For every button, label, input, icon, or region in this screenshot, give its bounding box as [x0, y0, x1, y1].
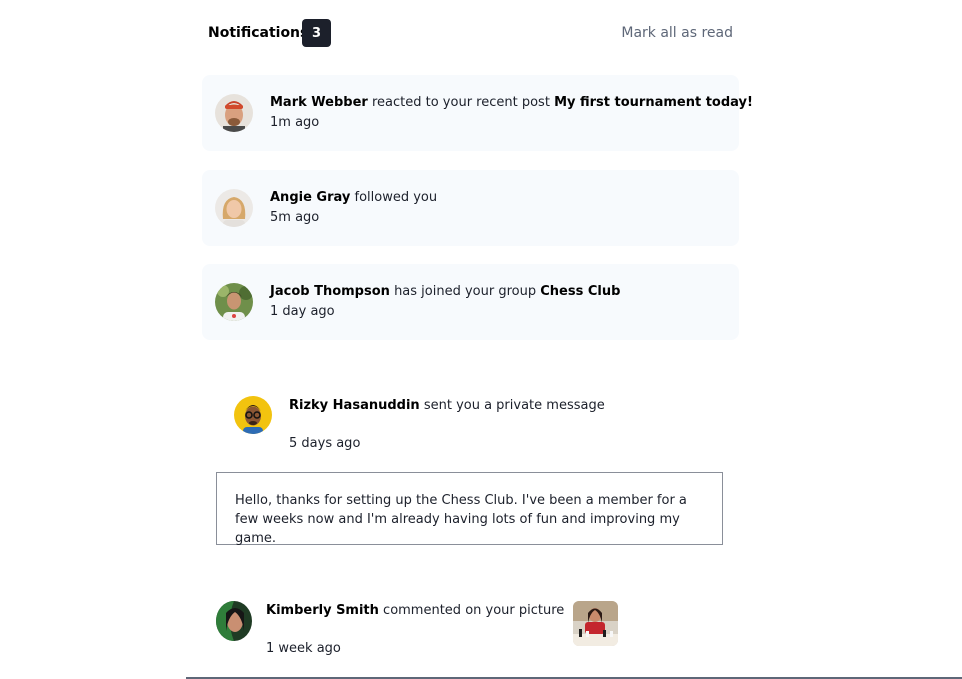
- chess-picture-thumbnail[interactable]: [573, 601, 618, 646]
- notification-text: Angie Gray followed you: [270, 190, 437, 205]
- mark-all-read-button[interactable]: Mark all as read: [621, 25, 733, 41]
- user-name-link[interactable]: Rizky Hasanuddin: [289, 398, 420, 413]
- action-text: commented on your picture: [383, 603, 565, 618]
- user-name-link[interactable]: Jacob Thompson: [270, 284, 390, 299]
- action-text: has joined your group: [394, 284, 537, 299]
- notification-card-jacob-thompson[interactable]: Jacob Thompson has joined your group Che…: [202, 264, 739, 340]
- user-name-link[interactable]: Angie Gray: [270, 190, 350, 205]
- group-link[interactable]: Chess Club: [540, 284, 620, 299]
- timestamp: 5 days ago: [289, 436, 361, 451]
- notification-text: Rizky Hasanuddin sent you a private mess…: [289, 398, 605, 413]
- user-name-link[interactable]: Kimberly Smith: [266, 603, 379, 618]
- page-title: Notifications: [208, 25, 309, 41]
- notification-card-angie-gray[interactable]: Angie Gray followed you 5m ago: [202, 170, 739, 246]
- avatar[interactable]: [215, 94, 253, 132]
- notifications-page: Notifications 3 Mark all as read Mark We…: [0, 0, 962, 679]
- timestamp: 1 week ago: [266, 641, 341, 656]
- action-text: reacted to your recent post: [371, 95, 550, 110]
- notification-text: Kimberly Smith commented on your picture: [266, 603, 564, 618]
- action-text: followed you: [354, 190, 438, 205]
- notification-text: Mark Webber reacted to your recent post …: [270, 95, 753, 110]
- timestamp: 1m ago: [270, 115, 320, 130]
- notification-text: Jacob Thompson has joined your group Che…: [270, 284, 620, 299]
- unread-count-badge: 3: [302, 19, 331, 47]
- user-name-link[interactable]: Mark Webber: [270, 95, 368, 110]
- notifications-header: Notifications 3 Mark all as read: [208, 19, 733, 47]
- avatar[interactable]: [234, 396, 272, 434]
- avatar[interactable]: [215, 189, 253, 227]
- action-text: sent you a private message: [423, 398, 605, 413]
- timestamp: 1 day ago: [270, 304, 335, 319]
- notification-card-mark-webber[interactable]: Mark Webber reacted to your recent post …: [202, 75, 753, 151]
- post-link[interactable]: My first tournament today!: [554, 95, 753, 110]
- timestamp: 5m ago: [270, 210, 320, 225]
- avatar[interactable]: [215, 283, 253, 321]
- notification-comment[interactable]: Kimberly Smith commented on your picture…: [216, 598, 636, 663]
- avatar[interactable]: [216, 601, 252, 641]
- private-message-preview[interactable]: Hello, thanks for setting up the Chess C…: [216, 472, 723, 546]
